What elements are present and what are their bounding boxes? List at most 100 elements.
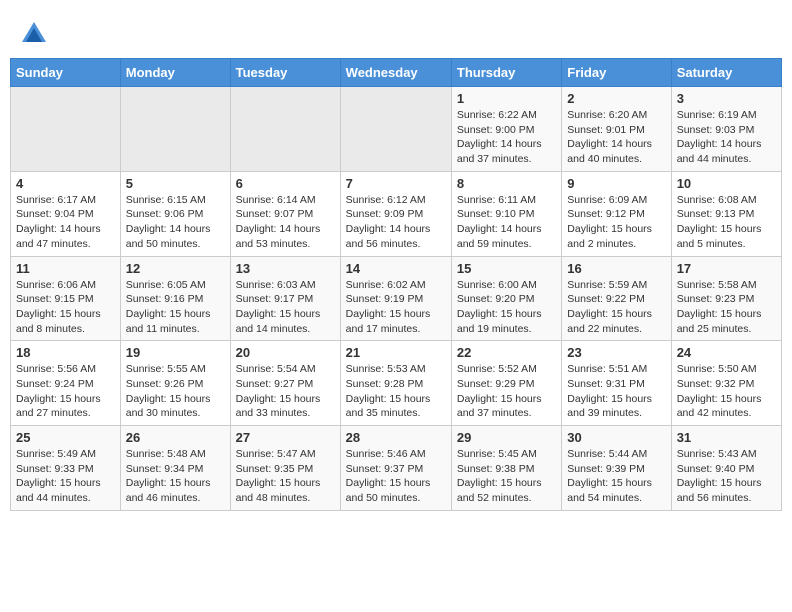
day-number: 15	[457, 261, 556, 276]
day-cell: 1Sunrise: 6:22 AM Sunset: 9:00 PM Daylig…	[451, 87, 561, 172]
day-cell: 19Sunrise: 5:55 AM Sunset: 9:26 PM Dayli…	[120, 341, 230, 426]
logo	[20, 20, 52, 48]
day-detail: Sunrise: 5:49 AM Sunset: 9:33 PM Dayligh…	[16, 447, 115, 506]
header-row: SundayMondayTuesdayWednesdayThursdayFrid…	[11, 59, 782, 87]
day-cell: 11 Sunrise: 6:06 AM Sunset: 9:15 PM Dayli…	[11, 256, 121, 341]
day-cell: 17 Sunrise: 5:58 AM Sunset: 9:23 PM Dayli…	[671, 256, 781, 341]
day-cell: 6 Sunrise: 6:14 AM Sunset: 9:07 PM Daylig…	[230, 171, 340, 256]
day-detail: Sunrise: 6:15 AM Sunset: 9:06 PM Dayligh…	[126, 193, 225, 252]
day-detail: Sunrise: 6:05 AM Sunset: 9:16 PM Dayligh…	[126, 278, 225, 337]
day-cell: 7 Sunrise: 6:12 AM Sunset: 9:09 PM Daylig…	[340, 171, 451, 256]
day-detail: Sunrise: 5:44 AM Sunset: 9:39 PM Dayligh…	[567, 447, 665, 506]
day-detail: Sunrise: 5:50 AM Sunset: 9:32 PM Dayligh…	[677, 362, 776, 421]
week-row-4: 18 Sunrise: 5:56 AM Sunset: 9:24 PM Dayli…	[11, 341, 782, 426]
day-cell: 25 Sunrise: 5:49 AM Sunset: 9:33 PM Dayli…	[11, 426, 121, 511]
day-number: 3	[677, 91, 776, 106]
calendar-body: 1Sunrise: 6:22 AM Sunset: 9:00 PM Daylig…	[11, 87, 782, 511]
day-cell: 24Sunrise: 5:50 AM Sunset: 9:32 PM Dayli…	[671, 341, 781, 426]
day-cell: 28 Sunrise: 5:46 AM Sunset: 9:37 PM Dayli…	[340, 426, 451, 511]
page-header	[10, 10, 782, 53]
day-number: 4	[16, 176, 115, 191]
day-detail: Sunrise: 6:09 AM Sunset: 9:12 PM Dayligh…	[567, 193, 665, 252]
day-cell: 10Sunrise: 6:08 AM Sunset: 9:13 PM Dayli…	[671, 171, 781, 256]
day-cell: 20 Sunrise: 5:54 AM Sunset: 9:27 PM Dayli…	[230, 341, 340, 426]
day-cell	[120, 87, 230, 172]
day-cell	[340, 87, 451, 172]
day-number: 30	[567, 430, 665, 445]
day-number: 27	[236, 430, 335, 445]
day-cell: 12Sunrise: 6:05 AM Sunset: 9:16 PM Dayli…	[120, 256, 230, 341]
col-header-saturday: Saturday	[671, 59, 781, 87]
day-number: 28	[346, 430, 446, 445]
day-detail: Sunrise: 5:53 AM Sunset: 9:28 PM Dayligh…	[346, 362, 446, 421]
day-number: 14	[346, 261, 446, 276]
day-number: 7	[346, 176, 446, 191]
day-cell: 30 Sunrise: 5:44 AM Sunset: 9:39 PM Dayli…	[562, 426, 671, 511]
day-number: 17	[677, 261, 776, 276]
day-cell: 27 Sunrise: 5:47 AM Sunset: 9:35 PM Dayli…	[230, 426, 340, 511]
day-cell: 9 Sunrise: 6:09 AM Sunset: 9:12 PM Daylig…	[562, 171, 671, 256]
col-header-thursday: Thursday	[451, 59, 561, 87]
day-number: 16	[567, 261, 665, 276]
week-row-3: 11 Sunrise: 6:06 AM Sunset: 9:15 PM Dayli…	[11, 256, 782, 341]
day-detail: Sunrise: 6:06 AM Sunset: 9:15 PM Dayligh…	[16, 278, 115, 337]
day-number: 31	[677, 430, 776, 445]
day-number: 11	[16, 261, 115, 276]
week-row-2: 4 Sunrise: 6:17 AM Sunset: 9:04 PM Daylig…	[11, 171, 782, 256]
day-number: 6	[236, 176, 335, 191]
day-number: 20	[236, 345, 335, 360]
day-cell: 13 Sunrise: 6:03 AM Sunset: 9:17 PM Dayli…	[230, 256, 340, 341]
day-number: 21	[346, 345, 446, 360]
week-row-1: 1Sunrise: 6:22 AM Sunset: 9:00 PM Daylig…	[11, 87, 782, 172]
day-cell: 4 Sunrise: 6:17 AM Sunset: 9:04 PM Daylig…	[11, 171, 121, 256]
day-detail: Sunrise: 5:54 AM Sunset: 9:27 PM Dayligh…	[236, 362, 335, 421]
day-number: 2	[567, 91, 665, 106]
col-header-tuesday: Tuesday	[230, 59, 340, 87]
calendar-header: SundayMondayTuesdayWednesdayThursdayFrid…	[11, 59, 782, 87]
col-header-wednesday: Wednesday	[340, 59, 451, 87]
day-number: 8	[457, 176, 556, 191]
day-cell: 29Sunrise: 5:45 AM Sunset: 9:38 PM Dayli…	[451, 426, 561, 511]
day-cell: 16Sunrise: 5:59 AM Sunset: 9:22 PM Dayli…	[562, 256, 671, 341]
col-header-monday: Monday	[120, 59, 230, 87]
day-detail: Sunrise: 6:12 AM Sunset: 9:09 PM Dayligh…	[346, 193, 446, 252]
day-detail: Sunrise: 6:20 AM Sunset: 9:01 PM Dayligh…	[567, 108, 665, 167]
day-detail: Sunrise: 6:14 AM Sunset: 9:07 PM Dayligh…	[236, 193, 335, 252]
day-detail: Sunrise: 6:03 AM Sunset: 9:17 PM Dayligh…	[236, 278, 335, 337]
day-detail: Sunrise: 5:45 AM Sunset: 9:38 PM Dayligh…	[457, 447, 556, 506]
day-number: 9	[567, 176, 665, 191]
day-detail: Sunrise: 6:02 AM Sunset: 9:19 PM Dayligh…	[346, 278, 446, 337]
day-cell: 2 Sunrise: 6:20 AM Sunset: 9:01 PM Daylig…	[562, 87, 671, 172]
day-cell: 15 Sunrise: 6:00 AM Sunset: 9:20 PM Dayli…	[451, 256, 561, 341]
day-detail: Sunrise: 5:43 AM Sunset: 9:40 PM Dayligh…	[677, 447, 776, 506]
day-cell: 23 Sunrise: 5:51 AM Sunset: 9:31 PM Dayli…	[562, 341, 671, 426]
col-header-friday: Friday	[562, 59, 671, 87]
day-number: 22	[457, 345, 556, 360]
day-detail: Sunrise: 5:48 AM Sunset: 9:34 PM Dayligh…	[126, 447, 225, 506]
day-detail: Sunrise: 5:52 AM Sunset: 9:29 PM Dayligh…	[457, 362, 556, 421]
day-number: 23	[567, 345, 665, 360]
day-detail: Sunrise: 5:47 AM Sunset: 9:35 PM Dayligh…	[236, 447, 335, 506]
logo-icon	[20, 20, 48, 48]
day-number: 18	[16, 345, 115, 360]
day-detail: Sunrise: 5:51 AM Sunset: 9:31 PM Dayligh…	[567, 362, 665, 421]
day-detail: Sunrise: 6:00 AM Sunset: 9:20 PM Dayligh…	[457, 278, 556, 337]
day-detail: Sunrise: 6:17 AM Sunset: 9:04 PM Dayligh…	[16, 193, 115, 252]
day-cell: 8 Sunrise: 6:11 AM Sunset: 9:10 PM Daylig…	[451, 171, 561, 256]
day-number: 13	[236, 261, 335, 276]
day-cell: 3Sunrise: 6:19 AM Sunset: 9:03 PM Daylig…	[671, 87, 781, 172]
day-detail: Sunrise: 5:46 AM Sunset: 9:37 PM Dayligh…	[346, 447, 446, 506]
day-detail: Sunrise: 5:56 AM Sunset: 9:24 PM Dayligh…	[16, 362, 115, 421]
day-detail: Sunrise: 5:58 AM Sunset: 9:23 PM Dayligh…	[677, 278, 776, 337]
day-detail: Sunrise: 6:22 AM Sunset: 9:00 PM Dayligh…	[457, 108, 556, 167]
day-cell: 18 Sunrise: 5:56 AM Sunset: 9:24 PM Dayli…	[11, 341, 121, 426]
week-row-5: 25 Sunrise: 5:49 AM Sunset: 9:33 PM Dayli…	[11, 426, 782, 511]
day-number: 25	[16, 430, 115, 445]
day-number: 10	[677, 176, 776, 191]
day-cell: 21 Sunrise: 5:53 AM Sunset: 9:28 PM Dayli…	[340, 341, 451, 426]
day-cell	[11, 87, 121, 172]
day-detail: Sunrise: 6:11 AM Sunset: 9:10 PM Dayligh…	[457, 193, 556, 252]
day-cell: 5Sunrise: 6:15 AM Sunset: 9:06 PM Daylig…	[120, 171, 230, 256]
day-cell: 22 Sunrise: 5:52 AM Sunset: 9:29 PM Dayli…	[451, 341, 561, 426]
calendar-table: SundayMondayTuesdayWednesdayThursdayFrid…	[10, 58, 782, 511]
